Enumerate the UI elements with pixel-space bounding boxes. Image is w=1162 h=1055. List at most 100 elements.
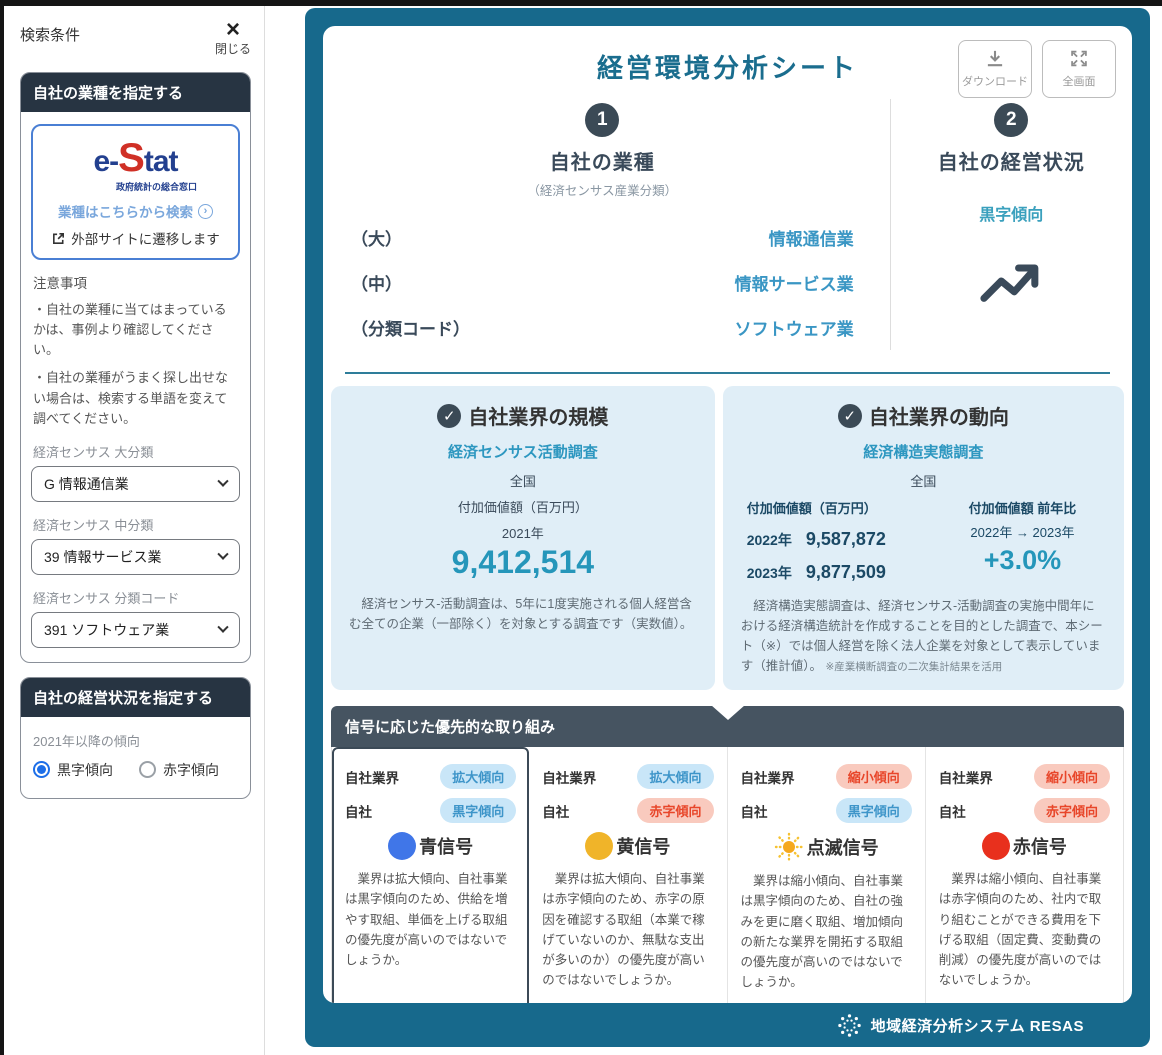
estat-logo-e: e- [93,145,118,178]
trend-year-2022: 2022年 [747,530,792,550]
signal-advice-text: 業界は縮小傾向、自社事業は黒字傾向のため、自社の強みを更に磨く取組、増加傾向の新… [741,871,912,993]
estat-logo: e-Stat [41,138,230,178]
radio-selected-icon[interactable] [33,761,50,778]
signal-card-blinking: 自社業界 縮小傾向 自社 黒字傾向 [728,747,926,1003]
download-button[interactable]: ダウンロード [958,40,1032,98]
trend-value-2023: 9,877,509 [806,562,886,583]
step2-number-badge: 2 [994,103,1028,137]
trend-region: 全国 [741,471,1106,490]
industry-trend-pill: 縮小傾向 [836,764,912,789]
scale-value: 9,412,514 [349,544,697,581]
yoy-label: 付加価値額 前年比 [939,498,1106,517]
scale-survey-name: 経済センサス活動調査 [349,441,697,462]
industry-code-value: ソフトウェア業 [735,315,854,340]
close-label[interactable]: 閉じる [215,42,251,56]
estat-tagline: 政府統計の総合窓口 [41,180,230,193]
fullscreen-label[interactable]: 全画面 [1063,73,1096,89]
industry-tag-label: 自社業界 [741,767,795,787]
radio-surplus-label[interactable]: 黒字傾向 [57,760,113,780]
signal-card-yellow: 自社業界 拡大傾向 自社 赤字傾向 黄信号 業界は拡大傾向、自社事業は赤字傾向の… [529,747,727,1003]
signal-name-label: 点滅信号 [807,834,879,860]
census-middle-label: 経済センサス 中分類 [33,515,238,534]
step1-subtitle: （経済センサス産業分類） [351,180,854,199]
close-sidebar-button[interactable]: × 閉じる [215,20,251,58]
industry-major-value: 情報通信業 [769,225,854,250]
fullscreen-icon [1069,49,1089,68]
close-icon[interactable]: × [215,20,251,40]
signal-actions-section: 信号に応じた優先的な取り組み 自社業界 拡大傾向 自社 黒字傾向 [331,706,1124,1003]
census-major-select[interactable]: G 情報通信業 [31,466,240,502]
census-code-select[interactable]: 391 ソフトウェア業 [31,612,240,648]
scale-description: 経済センサス-活動調査は、5年に1度実施される個人経営含む全ての企業（一部除く）… [349,594,697,634]
signal-name-label: 黄信号 [616,833,670,859]
estat-logo-s: S [118,136,144,180]
blinking-sun-icon [774,832,804,862]
trend-metric-label: 付加価値額（百万円） [747,498,939,517]
resas-brand-text: 地域経済分析システム RESAS [871,1015,1084,1036]
industry-middle-value: 情報サービス業 [735,270,854,295]
sidebar-title: 検索条件 [20,20,80,45]
resas-footer: 地域経済分析システム RESAS [323,1003,1132,1047]
industry-search-link[interactable]: 業種はこちらから検索 › [41,201,230,221]
step1-own-industry: 1 自社の業種 （経済センサス産業分類） （大） 情報通信業 （中） 情報サービ… [323,99,891,350]
census-middle-select[interactable]: 39 情報サービス業 [31,539,240,575]
scale-panel-title: 自社業界の規模 [468,401,608,430]
census-middle-value: 39 情報サービス業 [44,547,161,567]
company-tag-label: 自社 [542,801,569,821]
radio-surplus-trend[interactable]: 黒字傾向 [33,760,113,780]
section-divider [345,372,1110,374]
pointer-notch [711,705,745,720]
yellow-signal-icon [585,832,613,860]
industry-row-major: （大） 情報通信業 [351,215,854,260]
analysis-sheet: 経営環境分析シート ダウンロード 全画面 1 自社の業種 [323,26,1132,1003]
red-signal-icon [982,832,1010,860]
check-icon: ✓ [838,404,862,428]
signal-advice-text: 業界は拡大傾向、自社事業は黒字傾向のため、供給を増やす取組、単価を上げる取組の優… [345,869,516,970]
step1-title: 自社の業種 [351,146,854,175]
trend-row-2023: 2023年 9,877,509 [747,562,939,583]
company-tag-label: 自社 [939,801,966,821]
circle-arrow-icon: › [198,204,213,219]
industry-panel-header: 自社の業種を指定する [21,73,250,112]
note-item: ・自社の業種がうまく探し出せない場合は、検索する単語を変えて調べてください。 [33,368,238,428]
estat-link-box[interactable]: e-Stat 政府統計の総合窓口 業種はこちらから検索 › 外部サイトに遷移しま… [31,124,240,260]
notes-title: 注意事項 [33,272,238,292]
industry-search-link-label[interactable]: 業種はこちらから検索 [58,201,193,221]
fullscreen-button[interactable]: 全画面 [1042,40,1116,98]
radio-deficit-trend[interactable]: 赤字傾向 [139,760,219,780]
census-major-value: G 情報通信業 [44,474,129,494]
radio-unselected-icon[interactable] [139,761,156,778]
download-icon [984,49,1006,68]
scale-metric-label: 付加価値額（百万円） [349,497,697,516]
census-code-label: 経済センサス 分類コード [33,588,238,607]
step2-management-status: 2 自社の経営状況 黒字傾向 [891,99,1132,350]
company-trend-pill: 黒字傾向 [836,798,912,823]
census-code-value: 391 ソフトウェア業 [44,620,169,640]
download-label[interactable]: ダウンロード [962,73,1028,89]
industry-row-code: （分類コード） ソフトウェア業 [351,305,854,350]
industry-tag-label: 自社業界 [939,767,993,787]
analysis-sheet-frame: 経営環境分析シート ダウンロード 全画面 1 自社の業種 [305,8,1150,1047]
estat-logo-tat: tat [144,145,178,178]
signal-name-label: 青信号 [419,833,473,859]
search-conditions-sidebar: 検索条件 × 閉じる 自社の業種を指定する e-Stat 政府統計の総合窓口 業… [4,6,263,1055]
trend-year-2023: 2023年 [747,563,792,583]
trend-up-icon [975,255,1047,307]
management-status-panel: 自社の経営状況を指定する 2021年以降の傾向 黒字傾向 赤字傾向 [20,677,251,799]
signal-card-blue: 自社業界 拡大傾向 自社 黒字傾向 青信号 業界は拡大傾向、自社事業は黒字傾向の… [332,747,529,1003]
chevron-down-icon [217,621,228,632]
signal-card-red: 自社業界 縮小傾向 自社 赤字傾向 赤信号 業界は縮小傾向、自社事業は赤字傾向の… [926,747,1123,1003]
trend-description: 経済構造実態調査は、経済センサス-活動調査の実施中間年における経済構造統計を作成… [741,596,1106,676]
yoy-value: +3.0% [939,545,1106,576]
app-window: 検索条件 × 閉じる 自社の業種を指定する e-Stat 政府統計の総合窓口 業… [0,0,1162,1055]
note-item: ・自社の業種に当てはまっているかは、事例より確認してください。 [33,300,238,360]
company-tag-label: 自社 [741,801,768,821]
scale-year: 2021年 [349,523,697,542]
trend-since-label: 2021年以降の傾向 [33,731,238,750]
status-panel-header: 自社の経営状況を指定する [21,678,250,717]
step1-number-badge: 1 [585,103,619,137]
industry-trend-pill: 縮小傾向 [1034,764,1110,789]
radio-deficit-label[interactable]: 赤字傾向 [163,760,219,780]
census-major-label: 経済センサス 大分類 [33,442,238,461]
step2-title: 自社の経営状況 [907,146,1116,175]
